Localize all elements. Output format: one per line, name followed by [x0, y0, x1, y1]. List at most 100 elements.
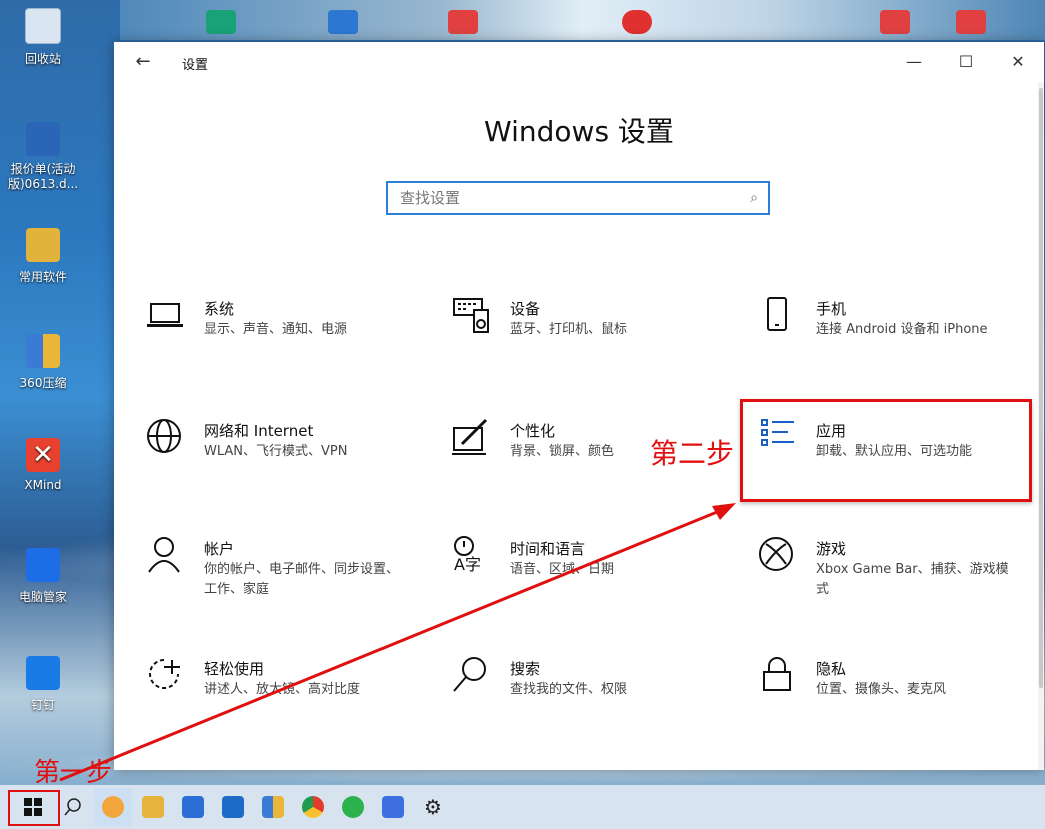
store-icon: [222, 796, 244, 818]
tile-network[interactable]: 网络和 Internet WLAN、飞行模式、VPN: [146, 418, 416, 508]
window-controls: — ☐ ✕: [888, 42, 1044, 82]
word-doc-icon: [26, 122, 60, 156]
xmind-icon: ✕: [26, 438, 60, 472]
app-blue-icon: [182, 796, 204, 818]
desktop-icon-recycle-bin[interactable]: 回收站: [8, 8, 78, 67]
search-icon: [64, 798, 81, 816]
taskbar-app-store[interactable]: [214, 788, 252, 826]
desktop-icon-label: 常用软件: [18, 270, 67, 284]
tile-name: 轻松使用: [204, 660, 265, 678]
tile-desc: 讲述人、放大镜、高对比度: [204, 682, 361, 697]
chrome-icon: [302, 796, 324, 818]
xbox-icon: [759, 537, 793, 571]
taskbar-settings[interactable]: ⚙: [414, 788, 452, 826]
tile-gaming[interactable]: 游戏 Xbox Game Bar、捕获、游戏模式: [758, 536, 1028, 626]
laptop-icon: [147, 303, 183, 327]
tile-devices[interactable]: 设备 蓝牙、打印机、鼠标: [452, 296, 722, 386]
zip-icon: [262, 796, 284, 818]
window-title: 设置: [182, 58, 209, 73]
taskbar: ⚙: [0, 785, 1045, 829]
gear-icon: ⚙: [424, 795, 442, 819]
globe-icon: [147, 419, 181, 453]
desktop-icon-label: 报价单(活动 版)0613.d...: [8, 162, 79, 191]
tile-ease[interactable]: 轻松使用 讲述人、放大镜、高对比度: [146, 656, 416, 746]
title-bar: ← 设置 — ☐ ✕: [114, 42, 1044, 82]
taskbar-file-explorer[interactable]: [134, 788, 172, 826]
phone-icon: [767, 297, 787, 331]
svg-text:A字: A字: [454, 555, 481, 574]
keyboard-speaker-icon: [453, 298, 489, 333]
taskbar-chrome[interactable]: [294, 788, 332, 826]
desktop: 回收站 报价单(活动 版)0613.d... 常用软件 360压缩 ✕ XMin…: [0, 0, 1045, 829]
back-button[interactable]: ←: [130, 50, 156, 74]
tile-desc: 位置、摄像头、麦克风: [816, 682, 947, 697]
shield-icon: [26, 548, 60, 582]
tile-name: 搜索: [510, 660, 541, 678]
bg-app-blue[interactable]: [328, 10, 358, 34]
scrollbar-thumb[interactable]: [1039, 88, 1043, 688]
tile-name: 手机: [816, 300, 847, 318]
desktop-icon-xmind[interactable]: ✕ XMind: [8, 438, 78, 492]
tile-desc: 连接 Android 设备和 iPhone: [816, 322, 988, 337]
person-icon: [148, 537, 180, 573]
desktop-icon-doc[interactable]: 报价单(活动 版)0613.d...: [8, 122, 78, 192]
tile-name: 帐户: [204, 540, 235, 558]
desktop-icon-label: 钉钉: [30, 698, 55, 712]
tile-name: 设备: [510, 300, 541, 318]
tile-system[interactable]: 系统 显示、声音、通知、电源: [146, 296, 416, 386]
zip-icon: [26, 334, 60, 368]
bg-app-red[interactable]: [448, 10, 478, 34]
tile-time-language[interactable]: A字 时间和语言 语音、区域、日期: [452, 536, 722, 626]
tile-name: 时间和语言: [510, 540, 586, 558]
browser-app-icon: [102, 796, 124, 818]
desktop-icon-label: 360压缩: [19, 376, 67, 390]
bg-app-green[interactable]: [206, 10, 236, 34]
magnifier-icon: [453, 657, 486, 692]
taskbar-browser-app[interactable]: [94, 788, 132, 826]
background-window-strip: [120, 0, 1045, 40]
settings-window: ← 设置 — ☐ ✕ Windows 设置 ⌕ 系统 显示、声音、通知、电源: [114, 42, 1044, 770]
step1-annotation: 第一步: [34, 758, 113, 788]
bg-app-red-circle[interactable]: [622, 10, 652, 34]
tile-desc: 显示、声音、通知、电源: [204, 322, 348, 337]
search-box[interactable]: ⌕: [386, 181, 770, 215]
search-input[interactable]: [398, 183, 740, 213]
desktop-icon-zip[interactable]: 360压缩: [8, 334, 78, 391]
page-title: Windows 设置: [484, 115, 674, 148]
folder-icon: [142, 796, 164, 818]
time-language-icon: A字: [454, 536, 481, 574]
wechat-icon: [342, 796, 364, 818]
start-highlight-box: [8, 790, 60, 826]
nail-app-icon: [26, 656, 60, 690]
desktop-icon-pc-manager[interactable]: 电脑管家: [8, 548, 78, 605]
desktop-icon-nail[interactable]: 钉钉: [8, 656, 78, 713]
taskbar-app-colorful[interactable]: [254, 788, 292, 826]
desktop-icon-label: XMind: [24, 478, 62, 492]
taskbar-wechat[interactable]: [334, 788, 372, 826]
tile-desc: Xbox Game Bar、捕获、游戏模式: [816, 562, 1009, 597]
search-icon[interactable]: ⌕: [740, 190, 768, 206]
desktop-icon-software-folder[interactable]: 常用软件: [8, 228, 78, 285]
tile-name: 个性化: [510, 422, 556, 440]
tile-privacy[interactable]: 隐私 位置、摄像头、麦克风: [758, 656, 1028, 746]
tile-desc: WLAN、飞行模式、VPN: [204, 444, 348, 459]
recycle-bin-icon: [25, 8, 61, 44]
taskbar-app-blue[interactable]: [174, 788, 212, 826]
tile-name: 网络和 Internet: [204, 422, 314, 440]
camera-icon: [382, 796, 404, 818]
taskbar-camera-app[interactable]: [374, 788, 412, 826]
tile-accounts[interactable]: 帐户 你的帐户、电子邮件、同步设置、工作、家庭: [146, 536, 416, 626]
maximize-button[interactable]: ☐: [940, 42, 992, 82]
tile-phone[interactable]: 手机 连接 Android 设备和 iPhone: [758, 296, 1028, 386]
desktop-icon-label: 电脑管家: [18, 590, 67, 604]
close-button[interactable]: ✕: [992, 42, 1044, 82]
tile-desc: 你的帐户、电子邮件、同步设置、工作、家庭: [204, 562, 400, 597]
desktop-icon-label: 回收站: [24, 52, 61, 66]
lock-icon: [763, 657, 791, 691]
pen-tablet-icon: [452, 418, 488, 455]
bg-app-red-3[interactable]: [956, 10, 986, 34]
apps-highlight-box: [740, 399, 1032, 502]
bg-app-red-2[interactable]: [880, 10, 910, 34]
tile-search[interactable]: 搜索 查找我的文件、权限: [452, 656, 722, 746]
minimize-button[interactable]: —: [888, 42, 940, 82]
